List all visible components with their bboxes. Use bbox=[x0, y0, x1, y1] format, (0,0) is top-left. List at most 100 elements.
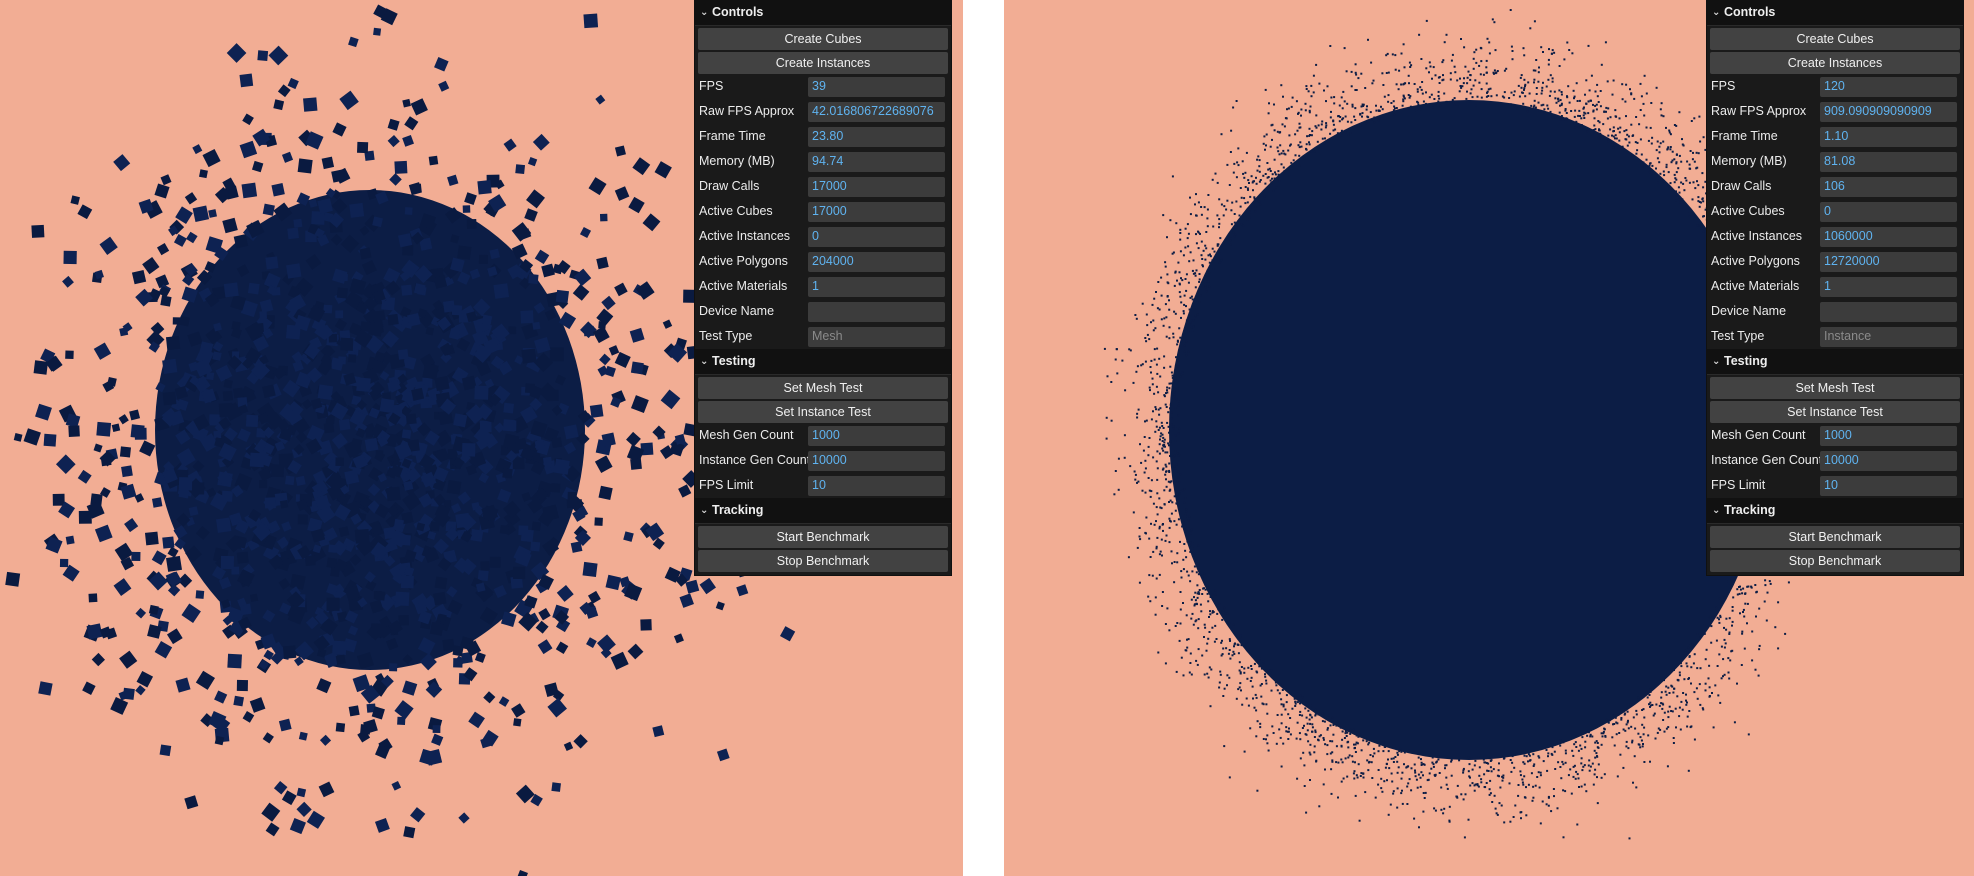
set-instance-test-button[interactable]: Set Instance Test bbox=[1710, 401, 1960, 423]
instance-gen-count-field[interactable]: 10000 bbox=[808, 450, 945, 471]
active-cubes-label: Active Cubes bbox=[1711, 205, 1785, 218]
draw-calls-field[interactable]: 17000 bbox=[808, 176, 945, 197]
frame-time-row: Frame Time 23.80 bbox=[695, 124, 951, 149]
active-instances-field[interactable]: 1060000 bbox=[1820, 226, 1957, 247]
frame-time-label: Frame Time bbox=[1711, 130, 1778, 143]
set-mesh-test-button[interactable]: Set Mesh Test bbox=[698, 377, 948, 399]
fps-limit-field[interactable]: 10 bbox=[808, 475, 945, 496]
chevron-down-icon: ⌄ bbox=[700, 6, 709, 18]
draw-calls-field[interactable]: 106 bbox=[1820, 176, 1957, 197]
device-name-field[interactable] bbox=[1820, 301, 1957, 322]
raw-fps-label: Raw FPS Approx bbox=[699, 105, 795, 118]
stop-benchmark-button[interactable]: Stop Benchmark bbox=[698, 550, 948, 572]
fps-row: FPS 39 bbox=[695, 74, 951, 99]
instance-gen-count-label: Instance Gen Count bbox=[1711, 454, 1820, 467]
folder-testing-title[interactable]: ⌄ Testing bbox=[1707, 349, 1963, 375]
active-cubes-label: Active Cubes bbox=[699, 205, 773, 218]
active-materials-label: Active Materials bbox=[1711, 280, 1800, 293]
active-cubes-field[interactable]: 0 bbox=[1820, 201, 1957, 222]
active-cubes-row: Active Cubes 17000 bbox=[695, 199, 951, 224]
frame-time-field[interactable]: 23.80 bbox=[808, 126, 945, 147]
folder-title-label: Controls bbox=[1724, 5, 1776, 20]
chevron-down-icon: ⌄ bbox=[700, 355, 709, 367]
start-benchmark-button[interactable]: Start Benchmark bbox=[698, 526, 948, 548]
mesh-gen-count-label: Mesh Gen Count bbox=[1711, 429, 1806, 442]
chevron-down-icon: ⌄ bbox=[700, 504, 709, 516]
test-type-row: Test Type Mesh bbox=[695, 324, 951, 349]
fps-field[interactable]: 39 bbox=[808, 76, 945, 97]
frame-time-row: Frame Time 1.10 bbox=[1707, 124, 1963, 149]
draw-calls-label: Draw Calls bbox=[1711, 180, 1772, 193]
frame-time-field[interactable]: 1.10 bbox=[1820, 126, 1957, 147]
create-instances-button[interactable]: Create Instances bbox=[698, 52, 948, 74]
memory-field[interactable]: 81.08 bbox=[1820, 151, 1957, 172]
fps-limit-row: FPS Limit 10 bbox=[695, 473, 951, 498]
mesh-gen-count-row: Mesh Gen Count 1000 bbox=[1707, 423, 1963, 448]
render-viewport-instance[interactable]: ⌄ Controls Create Cubes Create Instances… bbox=[1004, 0, 1974, 876]
device-name-row: Device Name bbox=[695, 299, 951, 324]
raw-fps-field[interactable]: 42.016806722689076 bbox=[808, 101, 945, 122]
fps-limit-label: FPS Limit bbox=[699, 479, 754, 492]
folder-tracking-title[interactable]: ⌄ Tracking bbox=[1707, 498, 1963, 524]
raw-fps-field[interactable]: 909.090909090909 bbox=[1820, 101, 1957, 122]
memory-label: Memory (MB) bbox=[699, 155, 775, 168]
frame-time-label: Frame Time bbox=[699, 130, 766, 143]
test-type-row: Test Type Instance bbox=[1707, 324, 1963, 349]
folder-testing-title[interactable]: ⌄ Testing bbox=[695, 349, 951, 375]
device-name-label: Device Name bbox=[1711, 305, 1787, 318]
active-polygons-row: Active Polygons 204000 bbox=[695, 249, 951, 274]
memory-label: Memory (MB) bbox=[1711, 155, 1787, 168]
folder-controls-title[interactable]: ⌄ Controls bbox=[695, 0, 951, 26]
draw-calls-label: Draw Calls bbox=[699, 180, 760, 193]
fps-limit-field[interactable]: 10 bbox=[1820, 475, 1957, 496]
chevron-down-icon: ⌄ bbox=[1712, 355, 1721, 367]
folder-controls-title[interactable]: ⌄ Controls bbox=[1707, 0, 1963, 26]
fps-row: FPS 120 bbox=[1707, 74, 1963, 99]
mesh-gen-count-field[interactable]: 1000 bbox=[1820, 425, 1957, 446]
instance-gen-count-row: Instance Gen Count 10000 bbox=[695, 448, 951, 473]
mesh-gen-count-field[interactable]: 1000 bbox=[808, 425, 945, 446]
set-mesh-test-button[interactable]: Set Mesh Test bbox=[1710, 377, 1960, 399]
active-materials-field[interactable]: 1 bbox=[1820, 276, 1957, 297]
fps-label: FPS bbox=[1711, 80, 1736, 93]
fps-field[interactable]: 120 bbox=[1820, 76, 1957, 97]
fps-limit-label: FPS Limit bbox=[1711, 479, 1766, 492]
folder-tracking-title[interactable]: ⌄ Tracking bbox=[695, 498, 951, 524]
chevron-down-icon: ⌄ bbox=[1712, 504, 1721, 516]
folder-title-label: Testing bbox=[712, 354, 756, 369]
draw-calls-row: Draw Calls 17000 bbox=[695, 174, 951, 199]
memory-field[interactable]: 94.74 bbox=[808, 151, 945, 172]
active-cubes-row: Active Cubes 0 bbox=[1707, 199, 1963, 224]
active-materials-field[interactable]: 1 bbox=[808, 276, 945, 297]
active-instances-label: Active Instances bbox=[699, 230, 791, 243]
active-instances-label: Active Instances bbox=[1711, 230, 1803, 243]
active-polygons-field[interactable]: 12720000 bbox=[1820, 251, 1957, 272]
device-name-field[interactable] bbox=[808, 301, 945, 322]
mesh-gen-count-row: Mesh Gen Count 1000 bbox=[695, 423, 951, 448]
create-instances-button[interactable]: Create Instances bbox=[1710, 52, 1960, 74]
active-instances-row: Active Instances 0 bbox=[695, 224, 951, 249]
device-name-row: Device Name bbox=[1707, 299, 1963, 324]
instance-gen-count-label: Instance Gen Count bbox=[699, 454, 808, 467]
stop-benchmark-button[interactable]: Stop Benchmark bbox=[1710, 550, 1960, 572]
render-viewport-mesh[interactable]: ⌄ Controls Create Cubes Create Instances… bbox=[0, 0, 963, 876]
active-instances-row: Active Instances 1060000 bbox=[1707, 224, 1963, 249]
raw-fps-label: Raw FPS Approx bbox=[1711, 105, 1807, 118]
memory-row: Memory (MB) 94.74 bbox=[695, 149, 951, 174]
active-instances-field[interactable]: 0 bbox=[808, 226, 945, 247]
start-benchmark-button[interactable]: Start Benchmark bbox=[1710, 526, 1960, 548]
active-polygons-row: Active Polygons 12720000 bbox=[1707, 249, 1963, 274]
instance-gen-count-row: Instance Gen Count 10000 bbox=[1707, 448, 1963, 473]
raw-fps-row: Raw FPS Approx 42.016806722689076 bbox=[695, 99, 951, 124]
active-materials-label: Active Materials bbox=[699, 280, 788, 293]
folder-title-label: Controls bbox=[712, 5, 764, 20]
folder-title-label: Testing bbox=[1724, 354, 1768, 369]
draw-calls-row: Draw Calls 106 bbox=[1707, 174, 1963, 199]
folder-title-label: Tracking bbox=[1724, 503, 1776, 518]
create-cubes-button[interactable]: Create Cubes bbox=[1710, 28, 1960, 50]
instance-gen-count-field[interactable]: 10000 bbox=[1820, 450, 1957, 471]
active-polygons-field[interactable]: 204000 bbox=[808, 251, 945, 272]
active-cubes-field[interactable]: 17000 bbox=[808, 201, 945, 222]
create-cubes-button[interactable]: Create Cubes bbox=[698, 28, 948, 50]
set-instance-test-button[interactable]: Set Instance Test bbox=[698, 401, 948, 423]
